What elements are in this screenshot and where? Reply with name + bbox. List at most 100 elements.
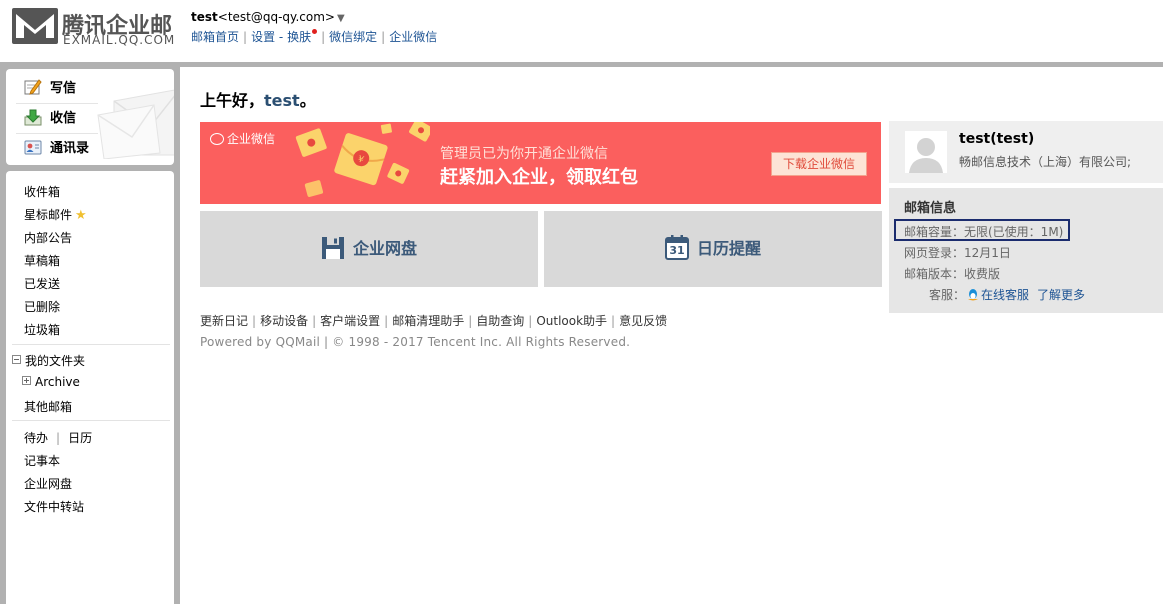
- footer-link-self-query[interactable]: 自助查询: [476, 314, 524, 328]
- calendar-icon: 31: [664, 234, 689, 260]
- folder-inbox[interactable]: 收件箱: [24, 183, 60, 200]
- online-service-link[interactable]: 在线客服: [981, 288, 1029, 302]
- expand-icon[interactable]: [22, 376, 31, 385]
- nav-mail-home[interactable]: 邮箱首页: [191, 30, 239, 44]
- footer-link-feedback[interactable]: 意见反馈: [619, 314, 667, 328]
- nav-dash: -: [278, 30, 284, 44]
- logo-text-en: EXMAIL.QQ.COM: [63, 33, 176, 47]
- banner-tag-label: 企业微信: [227, 132, 276, 146]
- compose-button[interactable]: 写信: [16, 75, 76, 103]
- footer-link-cleanup[interactable]: 邮箱清理助手: [392, 314, 464, 328]
- nav-settings[interactable]: 设置: [251, 30, 275, 44]
- wechat-banner[interactable]: 企业微信 ¥ 管理员已为你开通企业微信 赶紧加入企业，领取红包 下载企业微信: [200, 122, 881, 204]
- banner-line-2: 赶紧加入企业，领取红包: [440, 167, 638, 188]
- profile-card: test(test) 畅邮信息技术（上海）有限公司;: [889, 121, 1163, 183]
- sidebar: 写信 收信 通讯录 收件箱 星标邮件 ★ 内部公告 草稿箱 已发送 已删除 垃圾箱: [0, 67, 180, 604]
- contacts-card-icon: [24, 140, 42, 155]
- caret-down-icon[interactable]: ▼: [337, 13, 345, 24]
- folder-list: 收件箱 星标邮件 ★ 内部公告 草稿箱 已发送 已删除 垃圾箱 我的文件夹 Arc…: [6, 171, 174, 604]
- red-envelope-decoration-icon: ¥: [295, 122, 430, 197]
- service-label: 客服：: [929, 288, 966, 302]
- netdisk-tile-content: 企业网盘: [200, 211, 538, 287]
- footer-link-mobile[interactable]: 移动设备: [260, 314, 308, 328]
- footer-link-outlook[interactable]: Outlook助手: [536, 314, 607, 328]
- banner-tag: 企业微信: [210, 130, 275, 147]
- download-wechat-button[interactable]: 下载企业微信: [771, 152, 867, 176]
- footer-separator: |: [611, 314, 616, 328]
- footer-link-client-settings[interactable]: 客户端设置: [320, 314, 380, 328]
- footer-link-changelog[interactable]: 更新日记: [200, 314, 248, 328]
- notes-link[interactable]: 记事本: [24, 452, 60, 469]
- header: 腾讯企业邮 EXMAIL.QQ.COM test<test@qq-qy.com>…: [0, 0, 1163, 62]
- footer-separator: |: [252, 314, 257, 328]
- nav-wechat-bind[interactable]: 微信绑定: [329, 30, 377, 44]
- profile-company: 畅邮信息技术（上海）有限公司;: [959, 155, 1132, 169]
- other-mailbox[interactable]: 其他邮箱: [24, 398, 72, 415]
- folder-spam[interactable]: 垃圾箱: [24, 321, 60, 338]
- folder-notice[interactable]: 内部公告: [24, 229, 72, 246]
- contacts-button[interactable]: 通讯录: [16, 135, 89, 163]
- folder-archive-label: Archive: [35, 375, 80, 389]
- user-account[interactable]: test<test@qq-qy.com> ▼: [191, 10, 345, 24]
- nav-separator: |: [381, 30, 386, 44]
- folder-starred[interactable]: 星标邮件 ★: [24, 206, 87, 223]
- calendar-tile-label: 日历提醒: [696, 239, 761, 258]
- star-icon: ★: [75, 208, 87, 223]
- nav-skin[interactable]: 换肤: [287, 30, 311, 44]
- netdisk-link[interactable]: 企业网盘: [24, 475, 72, 492]
- last-web-login: 网页登录：12月1日: [904, 246, 1011, 260]
- mailbox-info: 邮箱信息 邮箱容量：无限(已使用：1M) 网页登录：12月1日 邮箱版本：收费版…: [889, 188, 1163, 313]
- footer-links: 更新日记 | 移动设备 | 客户端设置 | 邮箱清理助手 | 自助查询 | Outlook助手 | 意见…: [200, 312, 667, 329]
- receive-button[interactable]: 收信: [16, 105, 76, 133]
- customer-service-row: 客服： 在线客服 了解更多: [929, 286, 1085, 303]
- divider: [12, 344, 170, 345]
- user-name: test: [191, 10, 218, 24]
- divider: [16, 133, 98, 134]
- copyright: Powered by QQMail | © 1998 - 2017 Tencen…: [200, 335, 631, 349]
- calendar-tile[interactable]: 31 日历提醒: [544, 211, 882, 287]
- quick-actions: 写信 收信 通讯录: [6, 69, 174, 165]
- profile-name: test(test): [959, 131, 1035, 147]
- mailbox-version: 邮箱版本：收费版: [904, 267, 1001, 281]
- nav-enterprise-wechat[interactable]: 企业微信: [389, 30, 437, 44]
- folder-archive[interactable]: Archive: [22, 375, 80, 389]
- avatar[interactable]: [905, 131, 947, 173]
- mail-logo-icon: [12, 8, 58, 44]
- greeting-prefix: 上午好，: [200, 91, 265, 110]
- calendar-tile-content: 31 日历提醒: [544, 211, 882, 287]
- user-silhouette-icon: [905, 131, 947, 173]
- greeting: 上午好，test。: [200, 87, 316, 111]
- pencil-icon: [24, 79, 42, 95]
- folder-deleted[interactable]: 已删除: [24, 298, 60, 315]
- banner-line-1: 管理员已为你开通企业微信: [440, 146, 608, 162]
- divider: [12, 420, 170, 421]
- inbox-download-icon: [24, 109, 42, 126]
- separator: |: [56, 431, 61, 445]
- netdisk-tile[interactable]: 企业网盘: [200, 211, 538, 287]
- learn-more-link[interactable]: 了解更多: [1037, 288, 1085, 302]
- folder-drafts[interactable]: 草稿箱: [24, 252, 60, 269]
- envelope-decoration-icon: [97, 89, 174, 159]
- compose-label: 写信: [50, 81, 77, 96]
- my-folders-toggle[interactable]: 我的文件夹: [12, 352, 85, 369]
- nav-separator: |: [321, 30, 326, 44]
- file-transfer-link[interactable]: 文件中转站: [24, 498, 84, 515]
- calendar-link[interactable]: 日历: [68, 431, 92, 445]
- todo-link[interactable]: 待办: [24, 431, 48, 445]
- contacts-label: 通讯录: [50, 141, 90, 156]
- notification-dot-icon: [312, 29, 318, 34]
- receive-label: 收信: [50, 111, 77, 126]
- logo[interactable]: 腾讯企业邮 EXMAIL.QQ.COM: [12, 8, 182, 48]
- todo-calendar-row: 待办 | 日历: [24, 429, 92, 446]
- nav-separator: |: [243, 30, 248, 44]
- folder-starred-label: 星标邮件: [24, 208, 73, 222]
- user-email: <test@qq-qy.com>: [217, 10, 335, 24]
- collapse-icon[interactable]: [12, 355, 21, 364]
- mailbox-quota: 邮箱容量：无限(已使用：1M): [904, 225, 1064, 239]
- main-content: 上午好，test。 企业微信 ¥ 管理员已为你开通企业微信 赶紧加入企业，领取红…: [180, 67, 1163, 604]
- divider: [16, 103, 98, 104]
- footer-separator: |: [468, 314, 473, 328]
- mailbox-info-title: 邮箱信息: [904, 201, 957, 216]
- folder-sent[interactable]: 已发送: [24, 275, 60, 292]
- footer-separator: |: [384, 314, 389, 328]
